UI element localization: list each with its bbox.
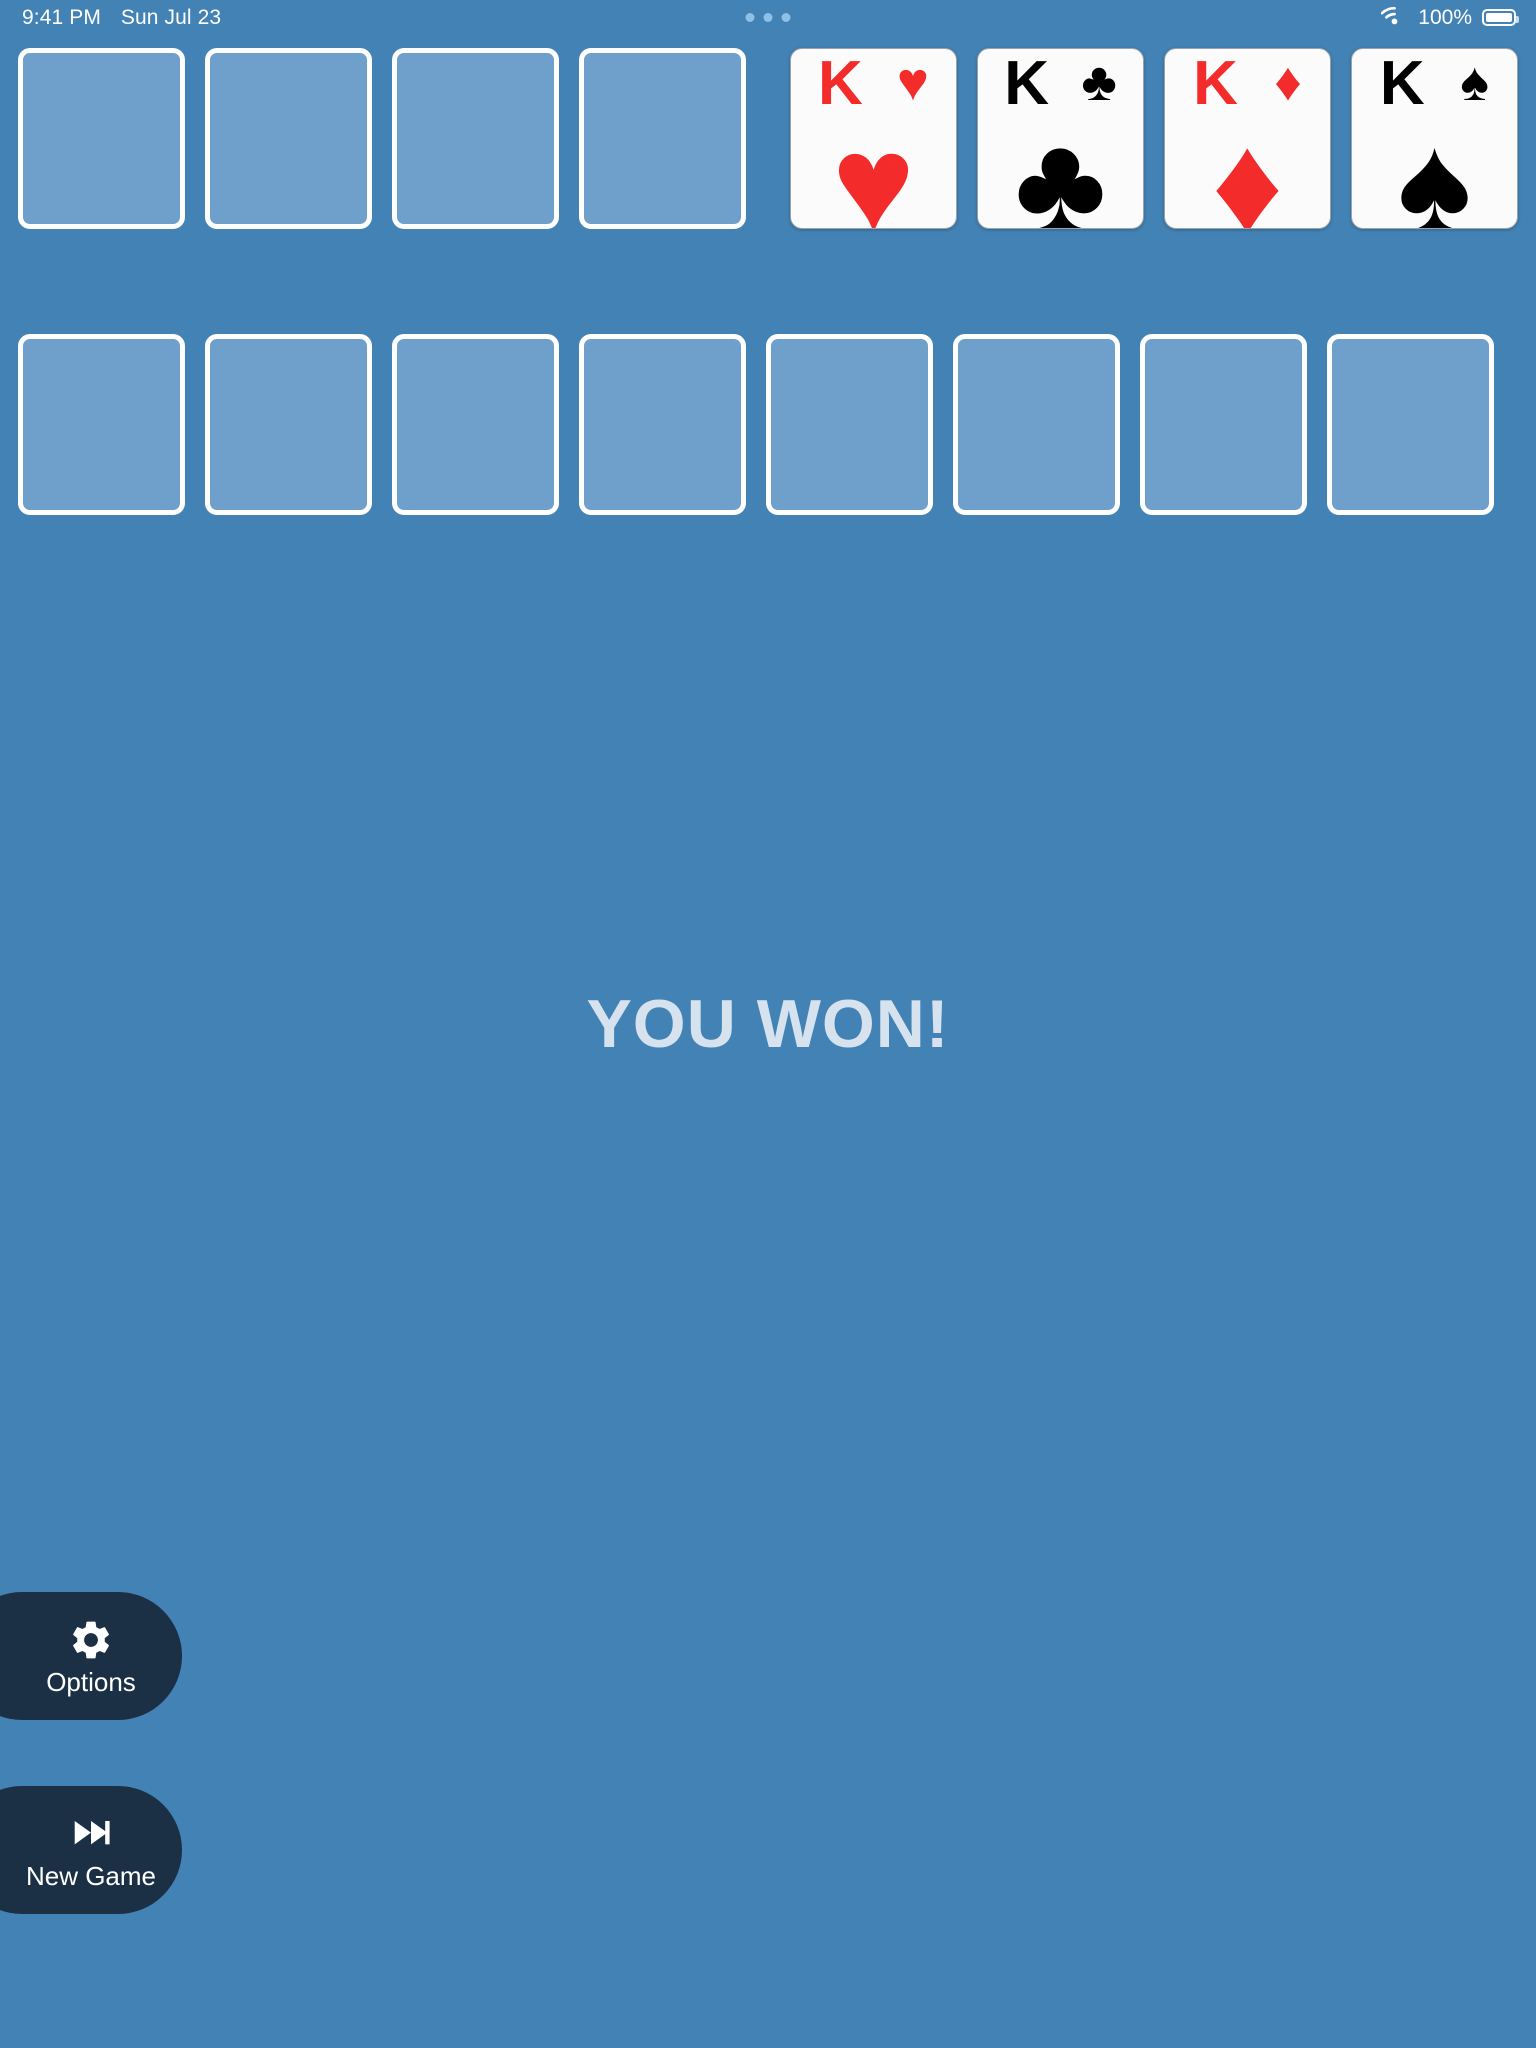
foundation-hearts[interactable]: K ♥ ♥: [790, 48, 957, 229]
foundation-diamonds[interactable]: K ♦ ♦: [1164, 48, 1331, 229]
tableau-row: [18, 334, 1494, 515]
freecell-game-screen: 9:41 PM Sun Jul 23 100% K ♥ ♥ K ♣ ♣ K ♦ …: [0, 0, 1536, 2048]
tableau-column-5[interactable]: [766, 334, 933, 515]
tableau-column-6[interactable]: [953, 334, 1120, 515]
new-game-button-label: New Game: [25, 1861, 157, 1891]
foundation-spades[interactable]: K ♠ ♠: [1351, 48, 1518, 229]
skip-forward-icon: [68, 1811, 114, 1857]
tableau-column-1[interactable]: [18, 334, 185, 515]
free-cell-4[interactable]: [579, 48, 746, 229]
free-cell-1[interactable]: [18, 48, 185, 229]
win-message: YOU WON!: [586, 986, 950, 1062]
tableau-column-8[interactable]: [1327, 334, 1494, 515]
game-board: K ♥ ♥ K ♣ ♣ K ♦ ♦ K ♠ ♠ YOU WON! Options…: [0, 0, 1536, 2048]
tableau-column-4[interactable]: [579, 334, 746, 515]
tableau-column-3[interactable]: [392, 334, 559, 515]
heart-icon: ♥: [896, 52, 929, 112]
free-cell-2[interactable]: [205, 48, 372, 229]
new-game-button[interactable]: New Game: [0, 1786, 182, 1914]
heart-icon-large: ♥: [831, 105, 916, 229]
spade-icon-large: ♠: [1397, 105, 1472, 229]
diamond-icon: ♦: [1274, 52, 1302, 112]
foundation-clubs[interactable]: K ♣ ♣: [977, 48, 1144, 229]
club-icon-large: ♣: [1014, 105, 1107, 229]
tableau-column-7[interactable]: [1140, 334, 1307, 515]
options-button-label: Options: [46, 1667, 136, 1697]
free-cell-3[interactable]: [392, 48, 559, 229]
spade-icon: ♠: [1460, 52, 1490, 112]
options-button[interactable]: Options: [0, 1592, 182, 1720]
free-cell-row: [18, 48, 746, 229]
gear-icon: [68, 1617, 114, 1663]
diamond-icon-large: ♦: [1211, 105, 1284, 229]
tableau-column-2[interactable]: [205, 334, 372, 515]
club-icon: ♣: [1081, 52, 1117, 112]
foundation-row: K ♥ ♥ K ♣ ♣ K ♦ ♦ K ♠ ♠: [790, 48, 1518, 229]
